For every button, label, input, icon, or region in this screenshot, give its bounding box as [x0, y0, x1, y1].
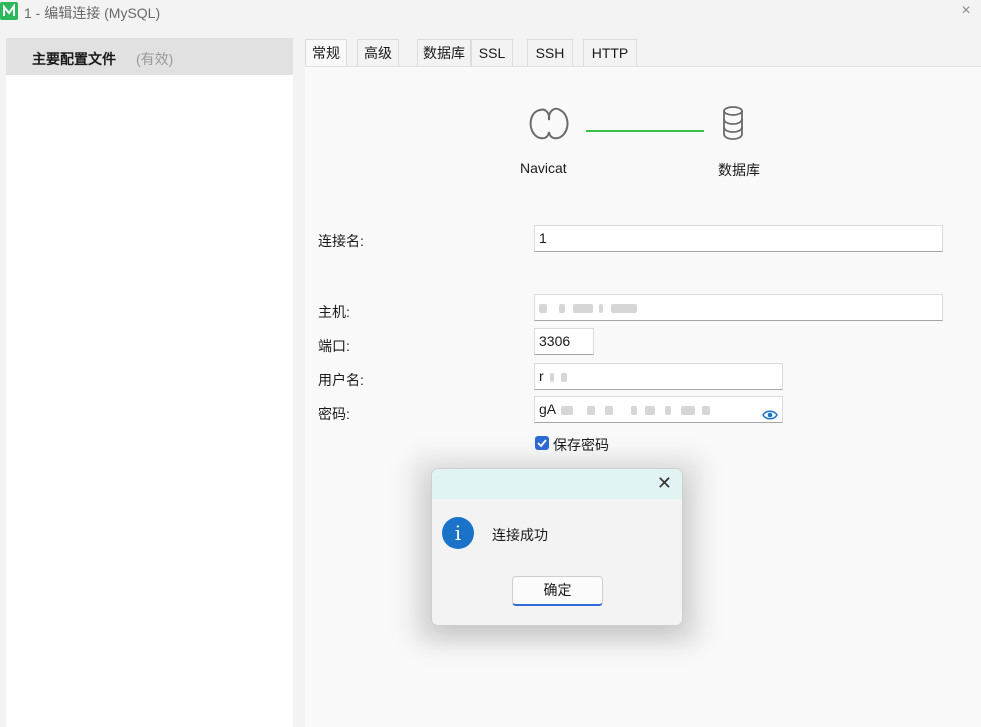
profile-sidebar: 主要配置文件 (有效) — [6, 38, 293, 727]
navicat-caption: Navicat — [520, 160, 567, 176]
tab-database[interactable]: 数据库 — [417, 39, 471, 66]
dialog-close-button[interactable]: ✕ — [657, 473, 672, 493]
username-input[interactable]: r — [534, 363, 783, 390]
password-label: 密码: — [318, 406, 350, 422]
save-password-label: 保存密码 — [553, 437, 609, 453]
username-value: r — [539, 368, 544, 384]
tab-ssh[interactable]: SSH — [527, 39, 573, 66]
ok-button[interactable]: 确定 — [512, 576, 603, 606]
tab-ssl[interactable]: SSL — [471, 39, 513, 66]
host-label: 主机: — [318, 304, 350, 320]
sidebar-item-label: 主要配置文件 — [32, 51, 116, 67]
window-close-button[interactable]: × — [957, 2, 975, 20]
database-icon — [722, 106, 744, 143]
tab-advanced[interactable]: 高级 — [357, 39, 399, 66]
tab-http[interactable]: HTTP — [583, 39, 637, 66]
save-password-checkbox[interactable] — [535, 436, 549, 450]
connection-success-dialog: ✕ i 连接成功 确定 — [431, 468, 683, 626]
connection-name-label: 连接名: — [318, 233, 364, 249]
title-bar: 1 - 编辑连接 (MySQL) × — [0, 0, 981, 26]
password-input[interactable]: gA — [534, 396, 783, 423]
host-input[interactable] — [534, 294, 943, 321]
port-label: 端口: — [318, 338, 350, 354]
navicat-logo-icon — [0, 2, 18, 20]
navicat-icon — [526, 104, 572, 147]
connection-line — [586, 130, 704, 132]
username-label: 用户名: — [318, 372, 364, 388]
sidebar-item-status: (有效) — [136, 51, 174, 67]
show-password-eye-icon[interactable] — [762, 404, 778, 429]
window-title: 1 - 编辑连接 (MySQL) — [24, 5, 161, 21]
port-input[interactable]: 3306 — [534, 328, 594, 355]
database-caption: 数据库 — [718, 162, 760, 178]
sidebar-item-main-profile[interactable]: 主要配置文件 (有效) — [6, 38, 293, 75]
connection-name-input[interactable]: 1 — [534, 225, 943, 252]
dialog-header: ✕ — [432, 469, 682, 499]
tab-general[interactable]: 常规 — [305, 39, 347, 66]
dialog-message: 连接成功 — [492, 527, 548, 543]
password-value: gA — [539, 401, 556, 417]
info-icon: i — [442, 517, 474, 549]
